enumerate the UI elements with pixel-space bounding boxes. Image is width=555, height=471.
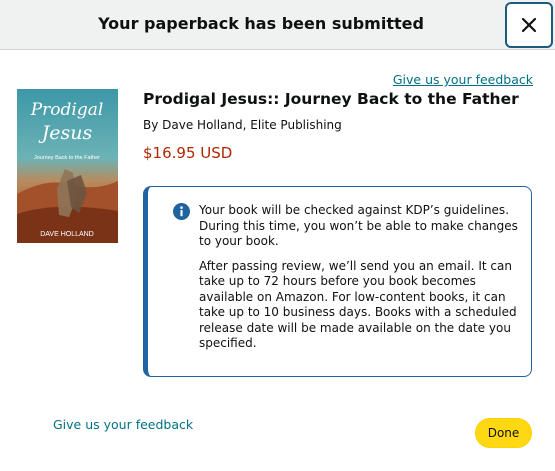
cover-subtitle: Journey Back to the Father [34, 155, 100, 161]
review-info-alert: Your book will be checked against KDP’s … [143, 186, 532, 377]
info-paragraph-review: After passing review, we’ll send you an … [199, 258, 517, 351]
cover-author: DAVE HOLLAND [40, 231, 94, 238]
book-byline: By Dave Holland, Elite Publishing [143, 118, 342, 132]
close-button[interactable] [505, 2, 553, 48]
modal-header: Your paperback has been submitted [0, 0, 555, 50]
book-price: $16.95 USD [143, 144, 233, 162]
feedback-link-bottom[interactable]: Give us your feedback [53, 417, 193, 432]
info-text: Your book will be checked against KDP’s … [199, 203, 529, 352]
done-button[interactable]: Done [475, 418, 532, 448]
cover-title-line2: Jesus [38, 122, 93, 144]
modal-title: Your paperback has been submitted [98, 14, 424, 33]
info-paragraph-guidelines: Your book will be checked against KDP’s … [199, 203, 518, 248]
book-cover: Prodigal Jesus Journey Back to the Fathe… [17, 89, 118, 243]
cover-title-line1: Prodigal [30, 100, 104, 120]
book-title: Prodigal Jesus:: Journey Back to the Fat… [143, 90, 519, 108]
close-icon [521, 17, 537, 33]
info-icon [173, 203, 190, 220]
feedback-link-top[interactable]: Give us your feedback [393, 72, 533, 87]
